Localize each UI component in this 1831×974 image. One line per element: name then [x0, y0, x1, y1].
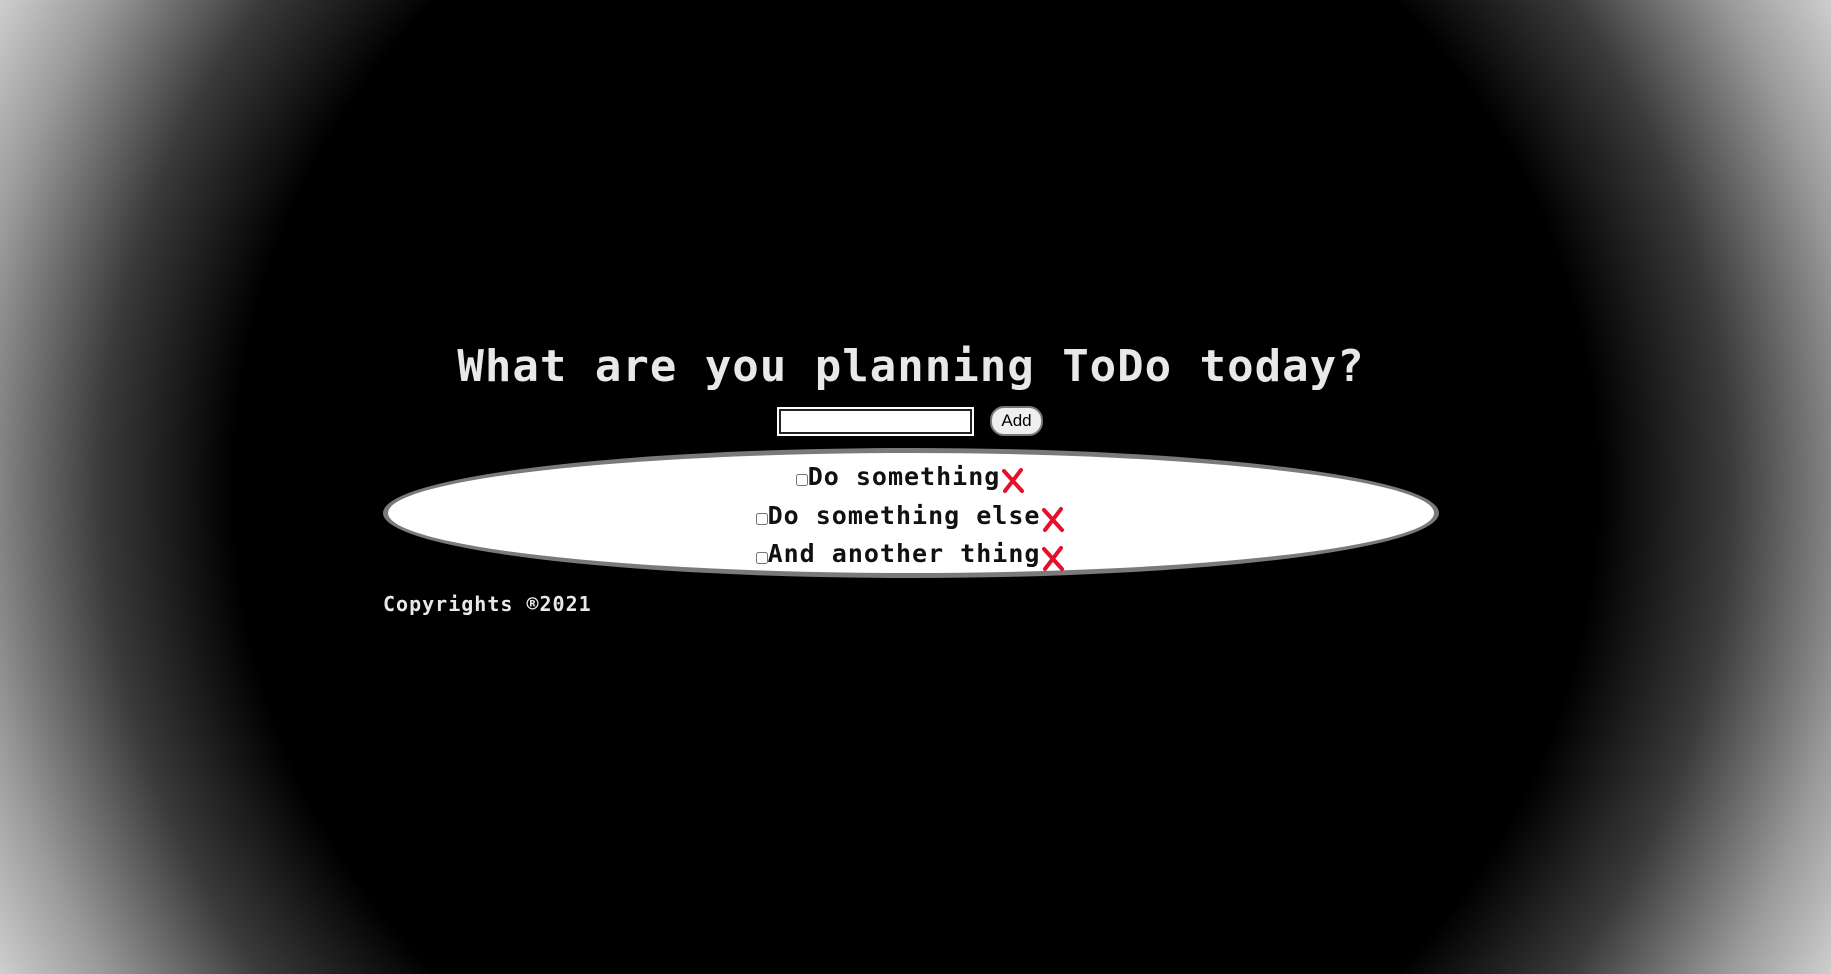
delete-icon[interactable] — [1040, 505, 1066, 533]
todo-label: Do something — [807, 461, 1001, 491]
todo-item: And another thing — [755, 534, 1067, 573]
todo-checkbox[interactable] — [755, 551, 768, 564]
delete-icon[interactable] — [1000, 466, 1026, 494]
todo-item: Do something else — [755, 496, 1067, 535]
todo-list: Do something Do something else And anoth… — [383, 448, 1439, 578]
copyright-footer: Copyrights ®2021 — [383, 592, 592, 616]
todo-app: What are you planning ToDo today? Add Do… — [383, 336, 1439, 616]
todo-checkbox[interactable] — [755, 513, 768, 525]
todo-checkbox[interactable] — [795, 474, 808, 487]
add-todo-form: Add — [383, 402, 1439, 440]
todo-label: And another thing — [767, 539, 1041, 569]
todo-item: Do something — [795, 457, 1027, 496]
todo-input[interactable] — [777, 406, 975, 436]
todo-label: Do something else — [767, 500, 1041, 530]
add-button[interactable]: Add — [990, 406, 1043, 436]
page-title: What are you planning ToDo today? — [457, 341, 1365, 392]
delete-icon[interactable] — [1040, 544, 1066, 572]
